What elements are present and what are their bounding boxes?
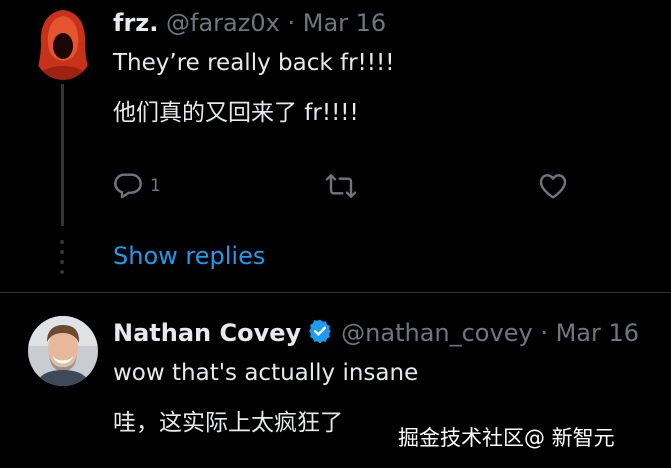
tweet-text-line2: 哇，这实际上太疯狂了 bbox=[113, 410, 343, 436]
tweet-text-line1: wow that's actually insane bbox=[113, 360, 419, 386]
timeline: frz. @faraz0x · Mar 16 They’re really ba… bbox=[0, 0, 671, 468]
show-replies-link[interactable]: Show replies bbox=[113, 240, 265, 272]
avatar[interactable] bbox=[28, 316, 98, 386]
tweet-header: frz. @faraz0x · Mar 16 bbox=[113, 8, 386, 38]
divider bbox=[0, 292, 671, 293]
verified-badge-icon bbox=[307, 318, 333, 351]
tweet-header: Nathan Covey @nathan_covey · Mar 16 bbox=[113, 318, 639, 351]
display-name[interactable]: Nathan Covey bbox=[113, 319, 301, 347]
thread-line bbox=[61, 84, 64, 226]
heart-icon bbox=[539, 174, 567, 199]
reply-count: 1 bbox=[150, 176, 161, 196]
profile-photo bbox=[28, 316, 98, 386]
separator: · bbox=[540, 319, 548, 347]
hooded-figure-avatar bbox=[32, 8, 94, 80]
show-replies-row[interactable]: Show replies bbox=[0, 226, 671, 290]
watermark: 掘金技术社区@ 新智元 bbox=[398, 426, 615, 450]
like-button[interactable] bbox=[537, 170, 569, 202]
separator: · bbox=[287, 9, 296, 37]
avatar[interactable] bbox=[32, 8, 94, 80]
tweet-frz[interactable]: frz. @faraz0x · Mar 16 They’re really ba… bbox=[0, 0, 671, 226]
reply-icon bbox=[114, 173, 142, 199]
reply-button[interactable]: 1 bbox=[112, 170, 161, 202]
handle[interactable]: @nathan_covey bbox=[341, 319, 533, 347]
handle[interactable]: @faraz0x bbox=[166, 9, 280, 37]
retweet-button[interactable] bbox=[325, 170, 357, 202]
timestamp[interactable]: Mar 16 bbox=[303, 9, 386, 37]
display-name[interactable]: frz. bbox=[113, 9, 158, 37]
timestamp[interactable]: Mar 16 bbox=[556, 319, 639, 347]
thread-dots bbox=[60, 240, 64, 280]
retweet-icon bbox=[325, 174, 357, 198]
tweet-text-line2: 他们真的又回来了 fr!!!! bbox=[113, 100, 359, 126]
tweet-text-line1: They’re really back fr!!!! bbox=[113, 50, 395, 76]
tweet-actions: 1 bbox=[112, 170, 612, 202]
